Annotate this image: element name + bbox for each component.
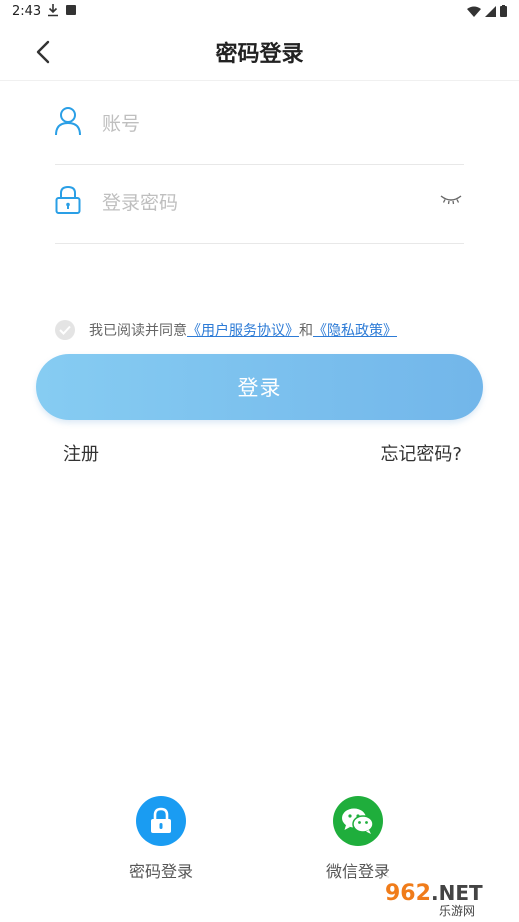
download-icon [48,4,58,17]
password-login-circle [136,796,186,846]
lock-icon [151,807,171,833]
password-field-row [55,163,464,244]
lock-icon [55,185,81,214]
forgot-password-link[interactable]: 忘记密码? [380,440,462,466]
wechat-icon [342,808,374,834]
battery-icon [500,5,507,17]
svg-text:乐游网: 乐游网 [439,904,475,918]
eye-closed-icon[interactable] [440,193,462,207]
wechat-login-option[interactable]: 微信登录 [303,796,413,882]
password-input[interactable] [100,187,434,219]
status-time: 2:43 [12,4,42,19]
password-login-label: 密码登录 [128,862,193,881]
account-field-row [55,84,464,165]
user-agreement-link[interactable]: 《用户服务协议》 [187,320,299,340]
password-login-option[interactable]: 密码登录 [106,796,216,882]
agreement-text: 我已阅读并同意 [89,323,187,339]
wechat-login-circle [333,796,383,846]
check-icon [59,325,71,335]
svg-text:.NET: .NET [431,881,483,905]
agreement-checkbox[interactable] [55,320,75,340]
nav-bar: 密码登录 [0,24,519,81]
wifi-icon [467,6,481,17]
signal-icon [485,5,496,17]
register-link[interactable]: 注册 [63,440,99,466]
account-input[interactable] [100,108,434,140]
privacy-policy-link[interactable]: 《隐私政策》 [313,320,397,340]
notification-icon [66,5,76,15]
agreement-conjunction: 和 [299,323,313,339]
page-title: 密码登录 [215,42,304,67]
watermark-logo: 962 .NET 乐游网 [381,876,511,918]
agreement-row: 我已阅读并同意 《用户服务协议》 和 《隐私政策》 [55,319,397,341]
status-bar: 2:43 [0,0,519,24]
user-icon [55,107,81,136]
status-indicators [467,5,507,17]
login-button[interactable]: 登录 [36,354,483,420]
svg-text:962: 962 [385,881,431,906]
